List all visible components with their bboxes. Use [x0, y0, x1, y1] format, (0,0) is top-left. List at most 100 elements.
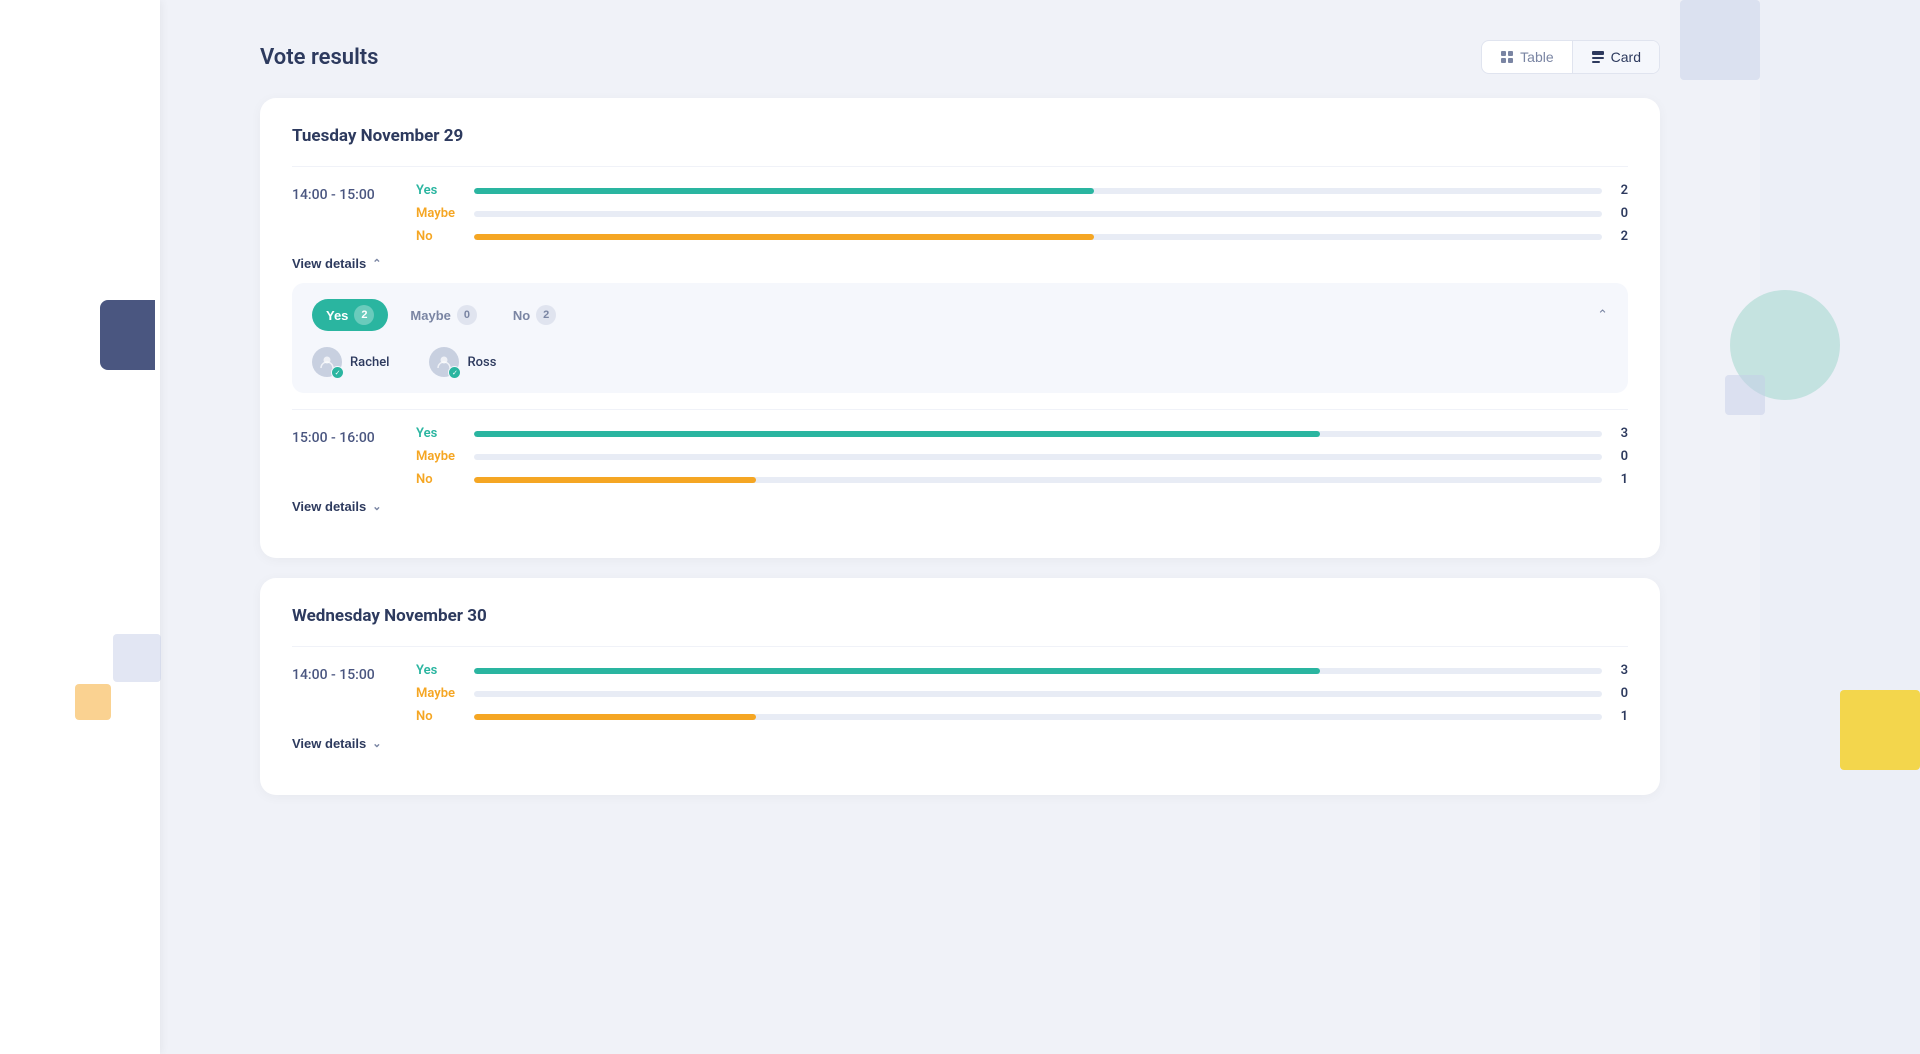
- view-details-button-tue-2[interactable]: View details ⌄: [292, 499, 381, 514]
- chevron-down-icon-wed-1: ⌄: [372, 737, 381, 750]
- attendee-ross: ✓ Ross: [429, 347, 496, 377]
- collapse-icon[interactable]: ⌃: [1597, 308, 1608, 323]
- tab-no-label: No: [513, 308, 530, 323]
- no-bar-fill: [474, 234, 1094, 240]
- table-icon: [1500, 50, 1514, 64]
- yes-bar-track: [474, 188, 1602, 194]
- page-title: Vote results: [260, 45, 379, 70]
- table-view-button[interactable]: Table: [1482, 41, 1572, 73]
- vote-row-maybe-tue-2: Maybe 0: [416, 449, 1628, 464]
- yes-bar-fill-tue-2: [474, 431, 1320, 437]
- vote-row-no: No 2: [416, 229, 1628, 244]
- attendee-rachel: ✓ Rachel: [312, 347, 389, 377]
- view-toggle: Table Card: [1481, 40, 1660, 74]
- details-tab-yes[interactable]: Yes 2: [312, 299, 388, 331]
- details-tab-no[interactable]: No 2: [499, 299, 570, 331]
- no-bar-fill-wed-1: [474, 714, 756, 720]
- maybe-label-wed-1: Maybe: [416, 686, 464, 701]
- avatar-ross: ✓: [429, 347, 459, 377]
- yes-label-tue-2: Yes: [416, 426, 464, 441]
- decorative-circle-teal: [1730, 290, 1840, 400]
- time-slot-tue-1: 14:00 - 15:00 Yes 2 Maybe 0: [292, 166, 1628, 409]
- maybe-count-wed-1: 0: [1612, 686, 1628, 701]
- maybe-label-tue-2: Maybe: [416, 449, 464, 464]
- attendee-name-rachel: Rachel: [350, 355, 389, 370]
- sidebar: [0, 0, 160, 1054]
- tab-maybe-label: Maybe: [410, 308, 450, 323]
- time-label-tue-1: 14:00 - 15:00: [292, 183, 392, 203]
- maybe-bar-track-tue-2: [474, 454, 1602, 460]
- details-panel-tue-1: Yes 2 Maybe 0 No 2 ⌃: [292, 283, 1628, 393]
- maybe-count-tue-2: 0: [1612, 449, 1628, 464]
- yes-bar-fill: [474, 188, 1094, 194]
- vote-bars-tue-1: Yes 2 Maybe 0 No: [416, 183, 1628, 244]
- card-icon: [1591, 50, 1605, 64]
- decorative-right-square: [1725, 375, 1765, 415]
- no-bar-track-tue-2: [474, 477, 1602, 483]
- attendee-name-ross: Ross: [467, 355, 496, 370]
- card-view-button[interactable]: Card: [1573, 41, 1659, 73]
- no-bar-track: [474, 234, 1602, 240]
- view-details-label: View details: [292, 256, 366, 271]
- yes-count-wed-1: 3: [1612, 663, 1628, 678]
- yes-bar-track-wed-1: [474, 668, 1602, 674]
- vote-bars-tue-2: Yes 3 Maybe 0 No: [416, 426, 1628, 487]
- tab-yes-count: 2: [354, 305, 374, 325]
- yes-count: 2: [1612, 183, 1628, 198]
- time-slot-row-wed-1: 14:00 - 15:00 Yes 3 Maybe 0: [292, 663, 1628, 724]
- time-slot-row-tue-2: 15:00 - 16:00 Yes 3 Maybe 0: [292, 426, 1628, 487]
- yes-bar-track-tue-2: [474, 431, 1602, 437]
- main-content: Vote results Table Card: [200, 0, 1720, 855]
- card-label: Card: [1611, 49, 1641, 65]
- time-label-tue-2: 15:00 - 16:00: [292, 426, 392, 446]
- page-header: Vote results Table Card: [260, 40, 1660, 74]
- vote-row-no-tue-2: No 1: [416, 472, 1628, 487]
- vote-bars-wed-1: Yes 3 Maybe 0 No: [416, 663, 1628, 724]
- maybe-count: 0: [1612, 206, 1628, 221]
- chevron-down-icon-tue-2: ⌄: [372, 500, 381, 513]
- view-details-label-tue-2: View details: [292, 499, 366, 514]
- maybe-bar-track-wed-1: [474, 691, 1602, 697]
- vote-row-yes-wed-1: Yes 3: [416, 663, 1628, 678]
- table-label: Table: [1520, 49, 1553, 65]
- vote-row-yes-tue-2: Yes 3: [416, 426, 1628, 441]
- vote-row-yes: Yes 2: [416, 183, 1628, 198]
- tab-maybe-count: 0: [457, 305, 477, 325]
- view-details-label-wed-1: View details: [292, 736, 366, 751]
- no-label-tue-2: No: [416, 472, 464, 487]
- check-icon-ross: ✓: [448, 366, 461, 379]
- time-slot-tue-2: 15:00 - 16:00 Yes 3 Maybe 0: [292, 409, 1628, 530]
- avatar-rachel: ✓: [312, 347, 342, 377]
- date-card-wednesday: Wednesday November 30 14:00 - 15:00 Yes …: [260, 578, 1660, 795]
- no-count-tue-2: 1: [1612, 472, 1628, 487]
- maybe-bar-track: [474, 211, 1602, 217]
- vote-row-maybe-wed-1: Maybe 0: [416, 686, 1628, 701]
- chevron-up-icon: ⌃: [372, 257, 381, 270]
- date-card-tuesday: Tuesday November 29 14:00 - 15:00 Yes 2 …: [260, 98, 1660, 558]
- check-icon-rachel: ✓: [331, 366, 344, 379]
- yes-count-tue-2: 3: [1612, 426, 1628, 441]
- time-slot-row: 14:00 - 15:00 Yes 2 Maybe 0: [292, 183, 1628, 244]
- no-bar-track-wed-1: [474, 714, 1602, 720]
- time-slot-wed-1: 14:00 - 15:00 Yes 3 Maybe 0: [292, 646, 1628, 767]
- no-count-wed-1: 1: [1612, 709, 1628, 724]
- yes-bar-fill-wed-1: [474, 668, 1320, 674]
- details-tabs: Yes 2 Maybe 0 No 2 ⌃: [312, 299, 1608, 331]
- attendees-grid: ✓ Rachel ✓: [312, 347, 1608, 377]
- details-tab-maybe[interactable]: Maybe 0: [396, 299, 490, 331]
- date-title-wednesday: Wednesday November 30: [292, 606, 1628, 626]
- decorative-right-rect: [1760, 0, 1920, 1054]
- no-label-wed-1: No: [416, 709, 464, 724]
- yes-label-wed-1: Yes: [416, 663, 464, 678]
- no-label: No: [416, 229, 464, 244]
- decorative-right-yellow: [1840, 690, 1920, 770]
- no-count: 2: [1612, 229, 1628, 244]
- yes-label: Yes: [416, 183, 464, 198]
- maybe-label: Maybe: [416, 206, 464, 221]
- time-label-wed-1: 14:00 - 15:00: [292, 663, 392, 683]
- vote-row-no-wed-1: No 1: [416, 709, 1628, 724]
- view-details-button-wed-1[interactable]: View details ⌄: [292, 736, 381, 751]
- date-title-tuesday: Tuesday November 29: [292, 126, 1628, 146]
- view-details-button-tue-1[interactable]: View details ⌃: [292, 256, 381, 271]
- vote-row-maybe: Maybe 0: [416, 206, 1628, 221]
